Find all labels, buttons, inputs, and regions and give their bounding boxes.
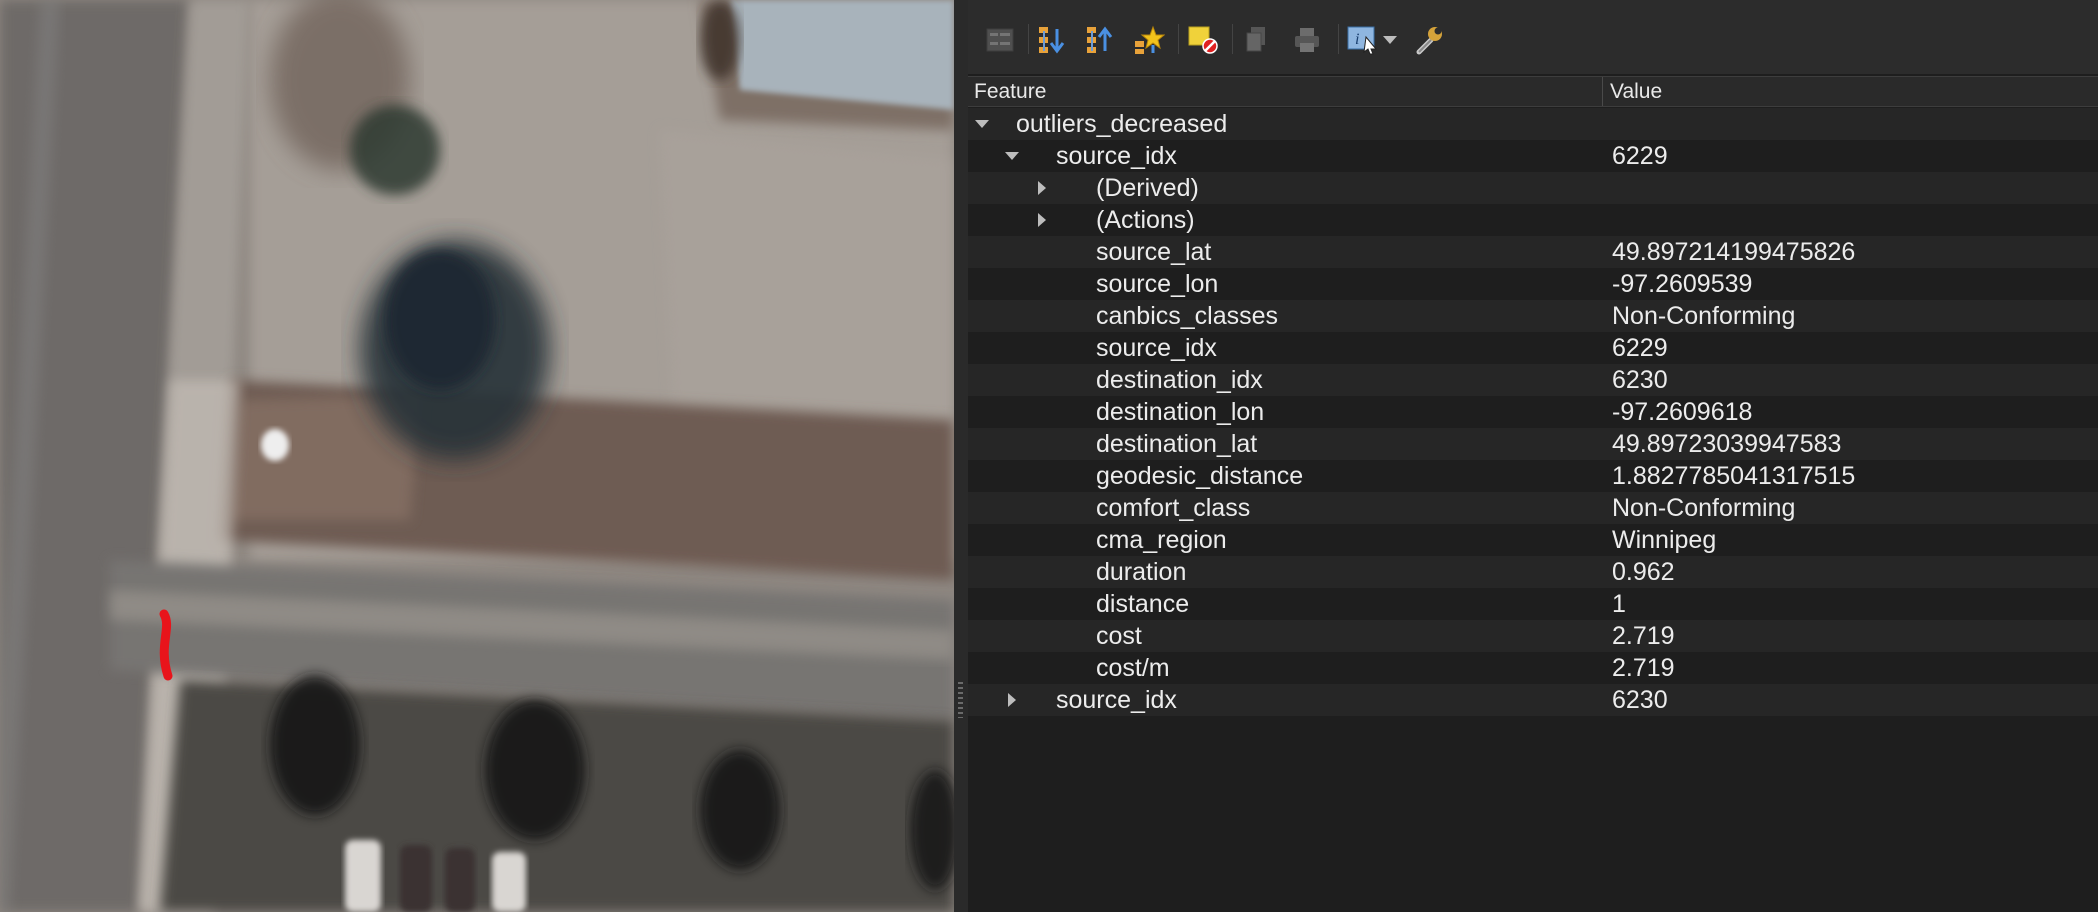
attribute-name: source_lon <box>1096 270 1219 298</box>
feature-value: 6230 <box>1612 686 1668 714</box>
attribute-name: destination_lat <box>1096 430 1258 458</box>
attribute-row[interactable]: cost 2.719 <box>968 620 2098 652</box>
attribute-name: geodesic_distance <box>1096 462 1304 490</box>
attribute-value: -97.2609618 <box>1612 398 1753 426</box>
identify-results-panel: i Feature Value outliers_decreased sourc… <box>968 0 2098 912</box>
attribute-value: 2.719 <box>1612 622 1675 650</box>
attribute-value: 6229 <box>1612 334 1668 362</box>
attribute-name: destination_lon <box>1096 398 1265 426</box>
collapse-tree-icon[interactable] <box>1082 20 1120 60</box>
svg-text:i: i <box>1355 31 1359 48</box>
attribute-row[interactable]: source_idx 6229 <box>968 332 2098 364</box>
splitter-grip[interactable] <box>958 682 963 718</box>
layer-row[interactable]: outliers_decreased <box>968 108 2098 140</box>
feature-value: 6229 <box>1612 142 1668 170</box>
attribute-name: cost/m <box>1096 654 1170 682</box>
attribute-name: cma_region <box>1096 526 1227 554</box>
attribute-row[interactable]: comfort_class Non-Conforming <box>968 492 2098 524</box>
column-divider[interactable] <box>1602 77 1603 106</box>
attribute-name: source_idx <box>1096 334 1217 362</box>
attribute-name: source_lat <box>1096 238 1212 266</box>
chevron-right-icon[interactable] <box>1002 684 1022 716</box>
feature-column-header[interactable]: Feature <box>974 77 1046 106</box>
identify-mode-icon[interactable]: i <box>1344 20 1382 60</box>
attribute-row[interactable]: destination_lat 49.89723039947583 <box>968 428 2098 460</box>
expand-tree-icon[interactable] <box>1034 20 1072 60</box>
map-canvas[interactable] <box>0 0 954 912</box>
attribute-row[interactable]: source_lon -97.2609539 <box>968 268 2098 300</box>
attribute-name: distance <box>1096 590 1190 618</box>
attribute-row[interactable]: cost/m 2.719 <box>968 652 2098 684</box>
attribute-value: 0.962 <box>1612 558 1675 586</box>
attribute-row[interactable]: canbics_classes Non-Conforming <box>968 300 2098 332</box>
attribute-name: comfort_class <box>1096 494 1251 522</box>
actions-label: (Actions) <box>1096 206 1195 234</box>
panel-splitter[interactable] <box>954 0 968 912</box>
attribute-value: 6230 <box>1612 366 1668 394</box>
attribute-name: canbics_classes <box>1096 302 1279 330</box>
attribute-name: destination_idx <box>1096 366 1263 394</box>
attribute-value: 1.8827785041317515 <box>1612 462 1856 490</box>
attribute-row[interactable]: destination_lon -97.2609618 <box>968 396 2098 428</box>
aerial-imagery <box>0 0 954 912</box>
chevron-down-icon[interactable] <box>1002 140 1022 172</box>
attribute-name: duration <box>1096 558 1187 586</box>
attribute-value: Non-Conforming <box>1612 494 1796 522</box>
chevron-right-icon[interactable] <box>1032 172 1052 204</box>
attribute-row[interactable]: geodesic_distance 1.8827785041317515 <box>968 460 2098 492</box>
attribute-value: Non-Conforming <box>1612 302 1796 330</box>
settings-wrench-icon[interactable] <box>1410 20 1448 60</box>
results-tree-header: Feature Value <box>968 76 2098 107</box>
chevron-right-icon[interactable] <box>1032 204 1052 236</box>
results-tree: outliers_decreased source_idx 6229 (Deri… <box>968 108 2098 716</box>
attribute-value: 1 <box>1612 590 1626 618</box>
print-icon[interactable] <box>1288 20 1326 60</box>
feature-label: source_idx <box>1056 142 1177 170</box>
feature-row[interactable]: source_idx 6230 <box>968 684 2098 716</box>
expand-new-results-icon[interactable] <box>981 20 1019 60</box>
attribute-value: Winnipeg <box>1612 526 1717 554</box>
value-column-header[interactable]: Value <box>1610 77 1662 106</box>
derived-row[interactable]: (Derived) <box>968 172 2098 204</box>
feature-row[interactable]: source_idx 6229 <box>968 140 2098 172</box>
actions-row[interactable]: (Actions) <box>968 204 2098 236</box>
attribute-value: 2.719 <box>1612 654 1675 682</box>
attribute-row[interactable]: distance 1 <box>968 588 2098 620</box>
derived-label: (Derived) <box>1096 174 1199 202</box>
attribute-row[interactable]: destination_idx 6230 <box>968 364 2098 396</box>
attribute-value: -97.2609539 <box>1612 270 1753 298</box>
feature-label: source_idx <box>1056 686 1177 714</box>
attribute-value: 49.89723039947583 <box>1612 430 1842 458</box>
highlight-features-icon[interactable] <box>1130 20 1168 60</box>
selected-feature-highlight <box>159 609 173 681</box>
attribute-name: cost <box>1096 622 1142 650</box>
identify-toolbar: i <box>968 0 2098 74</box>
chevron-down-icon[interactable] <box>972 108 992 140</box>
attribute-row[interactable]: cma_region Winnipeg <box>968 524 2098 556</box>
layer-name: outliers_decreased <box>1016 110 1228 138</box>
attribute-value: 49.897214199475826 <box>1612 238 1856 266</box>
copy-feature-icon[interactable] <box>1238 20 1276 60</box>
dropdown-arrow-icon[interactable] <box>1378 20 1402 60</box>
attribute-row[interactable]: duration 0.962 <box>968 556 2098 588</box>
attribute-row[interactable]: source_lat 49.897214199475826 <box>968 236 2098 268</box>
clear-results-icon[interactable] <box>1184 20 1222 60</box>
